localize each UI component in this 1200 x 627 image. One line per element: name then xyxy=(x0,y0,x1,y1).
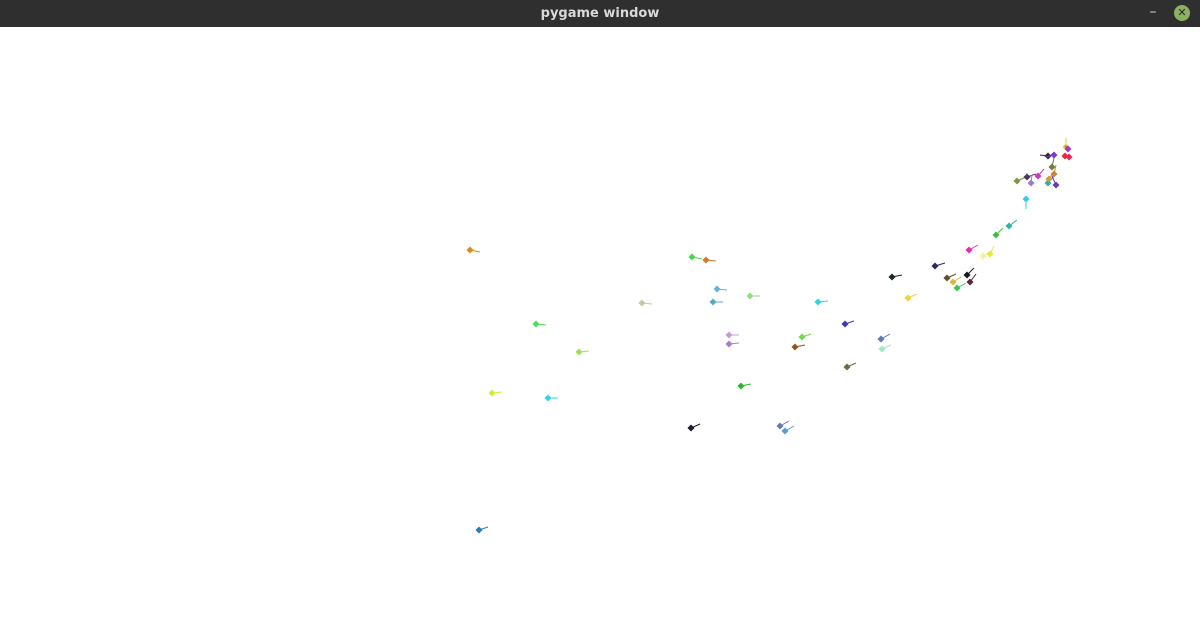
agent-body xyxy=(687,424,695,432)
agent xyxy=(776,420,790,430)
agent xyxy=(992,227,1004,239)
agent-body xyxy=(841,320,849,328)
agent xyxy=(725,340,740,348)
agent-body xyxy=(877,335,885,343)
agent xyxy=(702,256,717,264)
agent xyxy=(878,344,892,353)
agent xyxy=(1023,173,1037,181)
window-title: pygame window xyxy=(540,6,660,21)
agent xyxy=(791,343,806,351)
agent-body xyxy=(532,320,540,328)
window-titlebar: pygame window – ✕ xyxy=(0,0,1200,27)
agent-body xyxy=(791,343,799,351)
agent xyxy=(1064,145,1072,153)
agent-body xyxy=(1050,151,1058,159)
close-button[interactable]: ✕ xyxy=(1174,5,1190,21)
agent-body xyxy=(1027,179,1035,187)
agent-body xyxy=(888,273,896,281)
agent-body xyxy=(949,278,957,286)
agent-body xyxy=(979,252,987,260)
agent-body xyxy=(688,253,696,261)
agent-body xyxy=(713,285,721,293)
agent xyxy=(709,298,723,306)
agent-body xyxy=(1052,181,1060,189)
agent-body xyxy=(544,394,552,402)
agent-body xyxy=(843,363,851,371)
agent-body xyxy=(931,262,939,270)
game-canvas[interactable] xyxy=(0,27,1200,627)
agent xyxy=(931,262,946,270)
agent-body xyxy=(725,331,733,339)
agent xyxy=(1051,175,1060,189)
agent xyxy=(688,253,703,261)
agent xyxy=(953,282,967,292)
agent-body xyxy=(814,298,822,306)
agent-body xyxy=(1013,177,1021,185)
agent-body xyxy=(466,246,474,254)
agent xyxy=(638,299,653,307)
agent-body xyxy=(1022,195,1030,203)
agent xyxy=(904,293,918,302)
agent xyxy=(475,526,489,534)
agent-body xyxy=(737,382,745,390)
agent-body xyxy=(781,427,789,435)
agent xyxy=(841,320,855,328)
agent-body xyxy=(953,284,961,292)
agent-body xyxy=(798,333,806,341)
agent xyxy=(965,244,979,254)
agent xyxy=(986,245,995,258)
agent-body xyxy=(1048,163,1056,171)
agent xyxy=(488,389,503,397)
agent xyxy=(725,331,739,339)
agent-body xyxy=(575,348,583,356)
agent xyxy=(781,425,795,435)
agent-body xyxy=(725,340,733,348)
agent-body xyxy=(1023,173,1031,181)
agent-body xyxy=(904,294,912,302)
agent xyxy=(532,320,547,328)
agent xyxy=(949,276,962,286)
agent-body xyxy=(943,274,951,282)
agent xyxy=(877,333,891,343)
agent xyxy=(843,362,857,371)
agent xyxy=(713,285,728,293)
agent xyxy=(544,394,558,402)
agent xyxy=(1005,219,1018,230)
agent-body xyxy=(488,389,496,397)
game-scene xyxy=(466,138,1073,534)
agent-body xyxy=(878,345,886,353)
agent xyxy=(1022,195,1030,209)
agent-body xyxy=(702,256,710,264)
agent xyxy=(1013,176,1027,185)
agent xyxy=(575,348,590,356)
minimize-button[interactable]: – xyxy=(1144,4,1162,22)
agent-body xyxy=(1050,170,1058,178)
agent xyxy=(737,382,752,390)
agent-body xyxy=(965,246,973,254)
agent xyxy=(1048,157,1056,171)
agent-body xyxy=(776,422,784,430)
agent-body xyxy=(475,526,483,534)
agent-body xyxy=(638,299,646,307)
agent xyxy=(798,333,812,341)
agent-body xyxy=(709,298,717,306)
agent-body xyxy=(986,250,994,258)
agent xyxy=(466,246,481,254)
agent xyxy=(746,292,760,300)
agent xyxy=(814,298,829,306)
agent-body xyxy=(746,292,754,300)
agent xyxy=(888,273,903,281)
agent xyxy=(687,423,701,432)
agent xyxy=(963,267,975,279)
